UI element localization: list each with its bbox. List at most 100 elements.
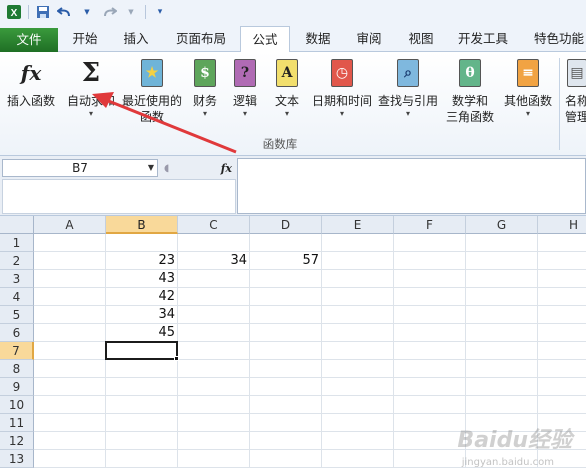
insert-function-icon[interactable]: fx (221, 162, 232, 175)
cell-d11[interactable] (250, 414, 322, 432)
cell-e9[interactable] (322, 378, 394, 396)
active-cell-outline[interactable] (105, 341, 178, 360)
cell-c10[interactable] (178, 396, 250, 414)
chevron-down-icon[interactable]: ▾ (376, 109, 440, 119)
cell-f5[interactable] (394, 306, 466, 324)
recent-functions-button[interactable]: ★ 最近使用的 函数 (120, 56, 184, 125)
cell-g1[interactable] (466, 234, 538, 252)
row-header-4[interactable]: 4 (0, 288, 34, 306)
name-box[interactable]: B7 ▼ (2, 159, 158, 177)
cell-a2[interactable] (34, 252, 106, 270)
row-header-2[interactable]: 2 (0, 252, 34, 270)
row-header-8[interactable]: 8 (0, 360, 34, 378)
cell-a10[interactable] (34, 396, 106, 414)
cell-a4[interactable] (34, 288, 106, 306)
cell-f12[interactable] (394, 432, 466, 450)
row-header-12[interactable]: 12 (0, 432, 34, 450)
row-header-5[interactable]: 5 (0, 306, 34, 324)
cell-f8[interactable] (394, 360, 466, 378)
cell-b13[interactable] (106, 450, 178, 468)
cell-f11[interactable] (394, 414, 466, 432)
chevron-down-icon[interactable]: ▾ (310, 109, 374, 119)
tab-home[interactable]: 开始 (62, 26, 108, 52)
cell-f2[interactable] (394, 252, 466, 270)
cell-a5[interactable] (34, 306, 106, 324)
cell-a11[interactable] (34, 414, 106, 432)
cell-g9[interactable] (466, 378, 538, 396)
cell-h5[interactable] (538, 306, 586, 324)
cell-c11[interactable] (178, 414, 250, 432)
tab-page-layout[interactable]: 页面布局 (167, 26, 235, 52)
column-header-g[interactable]: G (466, 216, 538, 234)
chevron-down-icon[interactable]: ▾ (270, 109, 304, 119)
more-functions-button[interactable]: ≡ 其他函数 ▾ (500, 56, 556, 119)
tab-formulas[interactable]: 公式 (240, 26, 290, 53)
column-header-b[interactable]: B (106, 216, 178, 234)
date-time-button[interactable]: ◷ 日期和时间 ▾ (310, 56, 374, 119)
cell-c3[interactable] (178, 270, 250, 288)
formula-input[interactable] (237, 158, 586, 214)
cell-e1[interactable] (322, 234, 394, 252)
cell-f7[interactable] (394, 342, 466, 360)
cell-b2[interactable]: 23 (106, 252, 178, 270)
insert-function-button[interactable]: fx 插入函数 (2, 56, 60, 109)
cell-d7[interactable] (250, 342, 322, 360)
column-header-e[interactable]: E (322, 216, 394, 234)
financial-button[interactable]: $ 财务 ▾ (188, 56, 222, 119)
cell-a3[interactable] (34, 270, 106, 288)
cell-a8[interactable] (34, 360, 106, 378)
cell-d2[interactable]: 57 (250, 252, 322, 270)
cell-h6[interactable] (538, 324, 586, 342)
tab-special[interactable]: 特色功能 (526, 26, 586, 52)
undo-icon[interactable] (57, 4, 73, 20)
cell-b9[interactable] (106, 378, 178, 396)
cell-d3[interactable] (250, 270, 322, 288)
cell-e3[interactable] (322, 270, 394, 288)
tab-file[interactable]: 文件 (0, 28, 58, 52)
tab-developer[interactable]: 开发工具 (450, 26, 516, 52)
row-header-9[interactable]: 9 (0, 378, 34, 396)
cell-e5[interactable] (322, 306, 394, 324)
text-button[interactable]: A 文本 ▾ (270, 56, 304, 119)
cell-d13[interactable] (250, 450, 322, 468)
cell-f9[interactable] (394, 378, 466, 396)
cell-g4[interactable] (466, 288, 538, 306)
redo-dropdown-icon[interactable]: ▼ (123, 4, 139, 20)
row-header-10[interactable]: 10 (0, 396, 34, 414)
row-header-6[interactable]: 6 (0, 324, 34, 342)
cell-c2[interactable]: 34 (178, 252, 250, 270)
undo-dropdown-icon[interactable]: ▼ (79, 4, 95, 20)
chevron-down-icon[interactable]: ▾ (228, 109, 262, 119)
cell-c1[interactable] (178, 234, 250, 252)
cell-b3[interactable]: 43 (106, 270, 178, 288)
cell-e10[interactable] (322, 396, 394, 414)
cell-f10[interactable] (394, 396, 466, 414)
tab-data[interactable]: 数据 (296, 26, 340, 52)
cell-h10[interactable] (538, 396, 586, 414)
cell-a12[interactable] (34, 432, 106, 450)
cell-d4[interactable] (250, 288, 322, 306)
cell-g2[interactable] (466, 252, 538, 270)
row-header-13[interactable]: 13 (0, 450, 34, 468)
cell-c4[interactable] (178, 288, 250, 306)
chevron-down-icon[interactable]: ▾ (64, 109, 118, 119)
tab-review[interactable]: 审阅 (346, 26, 392, 52)
cell-f6[interactable] (394, 324, 466, 342)
cell-c12[interactable] (178, 432, 250, 450)
cell-c6[interactable] (178, 324, 250, 342)
cell-c9[interactable] (178, 378, 250, 396)
tab-insert[interactable]: 插入 (113, 26, 159, 52)
cell-f4[interactable] (394, 288, 466, 306)
lookup-reference-button[interactable]: ⌕ 查找与引用 ▾ (376, 56, 440, 119)
cell-h3[interactable] (538, 270, 586, 288)
cell-b5[interactable]: 34 (106, 306, 178, 324)
chevron-down-icon[interactable]: ▾ (500, 109, 556, 119)
column-header-a[interactable]: A (34, 216, 106, 234)
cell-g10[interactable] (466, 396, 538, 414)
cell-g6[interactable] (466, 324, 538, 342)
cell-f3[interactable] (394, 270, 466, 288)
cell-b4[interactable]: 42 (106, 288, 178, 306)
cell-e11[interactable] (322, 414, 394, 432)
cell-c7[interactable] (178, 342, 250, 360)
name-manager-button[interactable]: ▤ 名称 管理 (562, 56, 586, 125)
